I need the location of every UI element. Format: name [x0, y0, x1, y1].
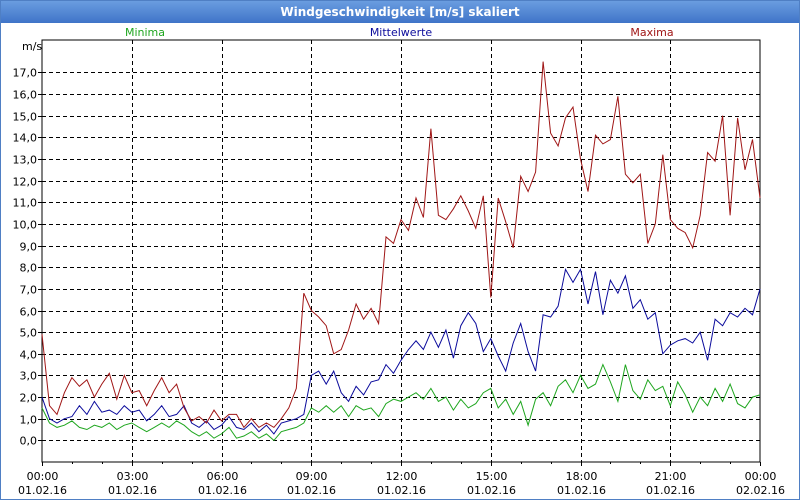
legend-minima: Minima [125, 26, 165, 39]
x-tick-date: 01.02.16 [108, 484, 157, 497]
x-tick-time: 06:00 [207, 470, 239, 483]
y-tick-label: 17,0 [13, 67, 38, 80]
y-tick-label: 11,0 [13, 197, 38, 210]
x-tick-time: 18:00 [566, 470, 598, 483]
x-tick-time: 00:00 [745, 470, 777, 483]
x-tick-time: 00:00 [27, 470, 59, 483]
y-tick-label: 2,0 [20, 392, 38, 405]
wind-speed-chart: m/s 0,0 1,0 2,0 3,0 4,0 5,0 6,0 7,0 8,0 9,0 10,0 11… [13, 26, 785, 497]
y-tick-label: 8,0 [20, 262, 38, 275]
x-tick-time: 09:00 [296, 470, 328, 483]
y-tick-label: 3,0 [20, 370, 38, 383]
x-tick-time: 21:00 [655, 470, 687, 483]
x-tick-date: 01.02.16 [467, 484, 516, 497]
x-tick-time: 03:00 [117, 470, 149, 483]
y-tick-label: 14,0 [13, 132, 38, 145]
y-tick-label: 5,0 [20, 327, 38, 340]
x-tick-date: 02.02.16 [736, 484, 785, 497]
legend: Minima Mittelwerte Maxima [125, 26, 674, 39]
y-tick-label: 7,0 [20, 284, 38, 297]
legend-mittelwerte: Mittelwerte [370, 26, 433, 39]
y-tick-label: 12,0 [13, 176, 38, 189]
y-tick-label: 10,0 [13, 219, 38, 232]
y-tick-label: 15,0 [13, 111, 38, 124]
x-tick-date: 01.02.16 [18, 484, 67, 497]
x-tick-time: 15:00 [476, 470, 508, 483]
y-tick-label: 0,0 [20, 435, 38, 448]
y-axis-label: m/s [22, 40, 42, 53]
x-tick-date: 01.02.16 [198, 484, 247, 497]
y-tick-label: 6,0 [20, 306, 38, 319]
x-axis: 00:0001.02.1603:0001.02.1606:0001.02.160… [18, 462, 785, 497]
y-tick-label: 1,0 [20, 414, 38, 427]
x-tick-time: 12:00 [386, 470, 418, 483]
x-tick-date: 01.02.16 [287, 484, 336, 497]
y-tick-label: 4,0 [20, 349, 38, 362]
y-axis: m/s 0,0 1,0 2,0 3,0 4,0 5,0 6,0 7,0 8,0 9,0 10,0 11… [13, 40, 43, 448]
x-tick-date: 01.02.16 [557, 484, 606, 497]
y-tick-label: 16,0 [13, 89, 38, 102]
y-tick-label: 9,0 [20, 241, 38, 254]
x-tick-date: 01.02.16 [646, 484, 695, 497]
legend-maxima: Maxima [630, 26, 673, 39]
y-tick-label: 13,0 [13, 154, 38, 167]
x-tick-date: 01.02.16 [377, 484, 426, 497]
